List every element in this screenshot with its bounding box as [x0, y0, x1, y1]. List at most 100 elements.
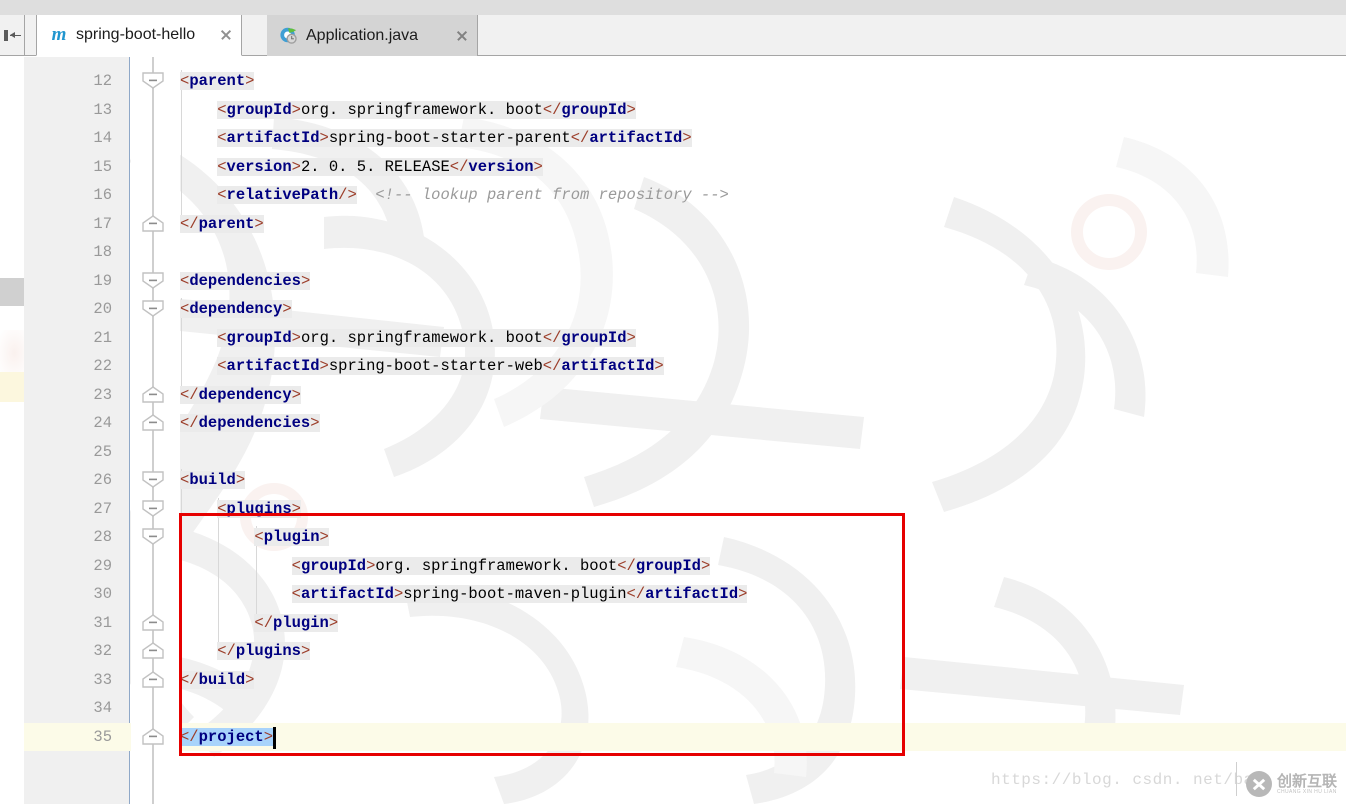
code-token-txt: spring-boot-starter-parent: [328, 129, 571, 147]
code-line[interactable]: <groupId>org. springframework. boot</gro…: [180, 324, 1346, 353]
code-token-br: >: [291, 328, 301, 347]
close-icon[interactable]: [453, 27, 471, 45]
code-token-br: >: [300, 642, 311, 660]
code-line[interactable]: </plugins>: [180, 637, 1346, 666]
line-number-row: 26: [24, 466, 130, 495]
line-number: 31: [93, 613, 112, 632]
code-line[interactable]: </parent>: [180, 210, 1346, 239]
line-number: 35: [93, 727, 112, 746]
fold-region-start-icon[interactable]: [141, 300, 165, 317]
fold-region-end-icon[interactable]: [141, 642, 165, 659]
fold-region-start-icon[interactable]: [141, 499, 165, 517]
code-line[interactable]: [180, 694, 1346, 723]
line-number: 17: [93, 214, 112, 233]
code-line[interactable]: <version>2. 0. 5. RELEASE</version>: [180, 153, 1346, 182]
code-line[interactable]: <artifactId>spring-boot-maven-plugin</ar…: [180, 580, 1346, 609]
code-token-tg: groupId: [561, 100, 627, 119]
line-number: 26: [93, 471, 112, 489]
code-token-br: />: [338, 186, 357, 204]
code-line[interactable]: <groupId>org. springframework. boot</gro…: [180, 552, 1346, 581]
code-line[interactable]: </build>: [180, 666, 1346, 695]
code-token-tg: groupId: [226, 328, 292, 347]
tab-label: spring-boot-hello: [76, 26, 196, 43]
code-line[interactable]: [180, 438, 1346, 467]
fold-region-start-icon[interactable]: [141, 528, 165, 545]
line-number-row: 22: [24, 352, 130, 381]
code-token-br: >: [245, 670, 255, 689]
close-icon[interactable]: [217, 26, 235, 44]
idea-editor-window: m spring-boot-hello Application.java 12 …: [0, 0, 1346, 804]
fold-region-end-icon[interactable]: [141, 414, 165, 431]
code-editor[interactable]: 12 13 14 15 16 17 18 19 20 21 22 23 24 25 26 27 28 29 30 31…: [24, 57, 1346, 804]
code-token-br: >: [282, 300, 292, 318]
line-number: 32: [93, 642, 112, 660]
fold-region-start-icon[interactable]: [141, 271, 165, 289]
watermark-logo-pinyin: CHUANG XIN HU LIAN: [1277, 788, 1337, 795]
code-token-txt: 2. 0. 5. RELEASE: [300, 157, 450, 176]
code-line[interactable]: <parent>: [180, 67, 1346, 96]
code-token-tg: version: [468, 157, 534, 176]
line-number: 34: [93, 699, 112, 717]
code-line[interactable]: </dependency>: [180, 381, 1346, 410]
fold-region-start-icon[interactable]: [141, 72, 165, 89]
code-token-br: >: [319, 528, 329, 546]
code-line[interactable]: </project>: [180, 723, 1346, 752]
code-token-tg: groupId: [561, 328, 627, 347]
code-token-br: </: [626, 585, 646, 603]
hide-sidebar-button[interactable]: [0, 15, 24, 55]
code-token-br: </: [180, 727, 199, 746]
code-line[interactable]: <dependency>: [180, 295, 1346, 324]
code-line[interactable]: <relativePath/> <!-- lookup parent from …: [180, 181, 1346, 210]
code-token-txt: spring-boot-starter-web: [328, 357, 543, 375]
code-token-br: </: [254, 613, 274, 632]
code-line[interactable]: [180, 238, 1346, 267]
line-number-row: 18: [24, 238, 130, 267]
line-number-row: 29: [24, 552, 130, 581]
line-number: 18: [93, 243, 112, 261]
code-token-tg: version: [226, 157, 292, 176]
code-token-tg: groupId: [635, 556, 701, 575]
code-token-br: >: [254, 214, 264, 233]
code-line[interactable]: </dependencies>: [180, 409, 1346, 438]
code-token-br: >: [235, 471, 246, 489]
fold-region-start-icon[interactable]: [141, 471, 165, 488]
left-edge-strip: [0, 56, 24, 804]
code-token-br: <: [217, 129, 227, 147]
code-line[interactable]: <plugin>: [180, 523, 1346, 552]
line-number-row: 25: [24, 438, 130, 467]
line-number: 25: [93, 442, 112, 461]
tab-spring-boot-hello[interactable]: m spring-boot-hello: [36, 15, 242, 56]
line-number-row: 27: [24, 495, 130, 524]
code-folding-gutter[interactable]: [131, 57, 180, 804]
line-number: 21: [93, 328, 112, 347]
code-line[interactable]: <artifactId>spring-boot-starter-web</art…: [180, 352, 1346, 381]
line-number-row: 16: [24, 181, 130, 210]
fold-region-end-icon[interactable]: [141, 727, 165, 745]
fold-region-end-icon[interactable]: [141, 214, 165, 232]
code-token-tg: parent: [198, 214, 255, 233]
code-token-tg: plugin: [263, 528, 320, 546]
code-text-area[interactable]: <parent> <groupId>org. springframework. …: [180, 57, 1346, 804]
tab-application-java[interactable]: Application.java: [267, 15, 478, 56]
text-caret: [273, 726, 277, 749]
code-token-br: <: [291, 556, 301, 575]
code-line[interactable]: <groupId>org. springframework. boot</gro…: [180, 96, 1346, 125]
fold-region-end-icon[interactable]: [141, 670, 165, 688]
code-line[interactable]: <plugins>: [180, 495, 1346, 524]
line-number: 12: [93, 72, 112, 90]
code-line[interactable]: <artifactId>spring-boot-starter-parent</…: [180, 124, 1346, 153]
code-token-cmt: <!-- lookup parent from repository -->: [375, 186, 729, 204]
fold-region-end-icon[interactable]: [141, 385, 165, 403]
code-line[interactable]: </plugin>: [180, 609, 1346, 638]
code-token-br: >: [700, 556, 711, 575]
code-token-br: </: [542, 328, 562, 347]
code-token-br: >: [682, 129, 692, 147]
code-line[interactable]: <dependencies>: [180, 267, 1346, 296]
line-number: 16: [93, 186, 112, 204]
code-line[interactable]: <build>: [180, 466, 1346, 495]
code-token-br: <: [291, 585, 301, 603]
fold-region-end-icon[interactable]: [141, 613, 165, 631]
code-token-br: </: [180, 385, 199, 404]
background-window-artifact-pink: [0, 330, 24, 376]
